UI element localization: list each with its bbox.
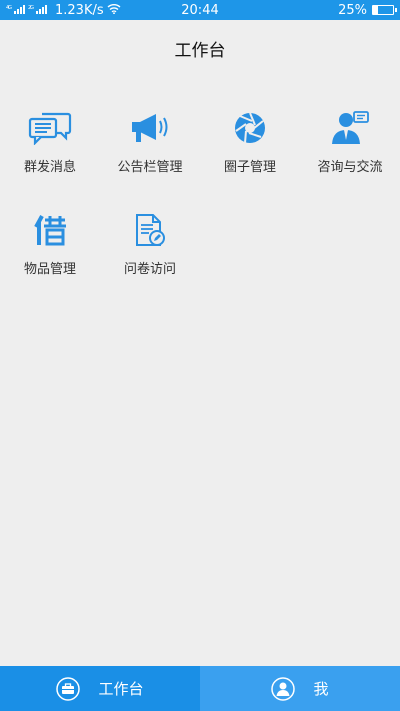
tab-me-label: 我 — [313, 680, 329, 698]
page-title: 工作台 — [174, 40, 226, 61]
tile-label: 物品管理 — [23, 262, 76, 277]
tile-label: 公告栏管理 — [117, 160, 183, 175]
borrow-icon — [28, 208, 72, 252]
tile-label: 问卷访问 — [123, 262, 176, 277]
svg-text:4G: 4G — [6, 5, 12, 11]
status-bar: 4G 2G 1.23K/s 20:44 25% — [0, 0, 400, 20]
person-icon — [271, 676, 296, 701]
tile-group-message[interactable]: 群发消息 — [0, 106, 100, 186]
network-speed: 1.23K/s — [55, 2, 104, 18]
battery-percent: 25% — [338, 2, 367, 18]
tile-item-management[interactable]: 物品管理 — [0, 208, 100, 288]
chat-bubbles-icon — [28, 106, 72, 150]
page-header: 工作台 — [0, 20, 400, 76]
status-left: 4G 2G 1.23K/s — [6, 3, 121, 18]
tile-circle-management[interactable]: 圈子管理 — [200, 106, 300, 186]
battery-fill — [373, 6, 378, 14]
briefcase-icon — [56, 676, 81, 701]
tile-label: 咨询与交流 — [317, 160, 383, 175]
consultant-icon — [328, 106, 372, 150]
bottom-tab-bar: 工作台 我 — [0, 666, 400, 711]
tab-me[interactable]: 我 — [200, 666, 400, 711]
tile-label: 圈子管理 — [223, 160, 276, 175]
signal-icon: 4G 2G — [6, 3, 52, 17]
aperture-icon — [228, 106, 272, 150]
svg-text:2G: 2G — [28, 5, 34, 11]
tab-workbench-label: 工作台 — [98, 680, 144, 698]
workbench-grid: 群发消息 公告栏管理 圈子管理 咨询与交流 物品管理 问卷访问 — [0, 106, 400, 288]
status-right: 25% — [338, 2, 397, 18]
tile-questionnaire[interactable]: 问卷访问 — [100, 208, 200, 288]
questionnaire-icon — [128, 208, 172, 252]
tile-bulletin-management[interactable]: 公告栏管理 — [100, 106, 200, 186]
megaphone-icon — [128, 106, 172, 150]
tab-workbench[interactable]: 工作台 — [0, 666, 200, 711]
wifi-icon — [107, 3, 121, 18]
battery-icon — [372, 5, 397, 15]
tile-consultation[interactable]: 咨询与交流 — [300, 106, 400, 186]
tile-label: 群发消息 — [23, 160, 76, 175]
